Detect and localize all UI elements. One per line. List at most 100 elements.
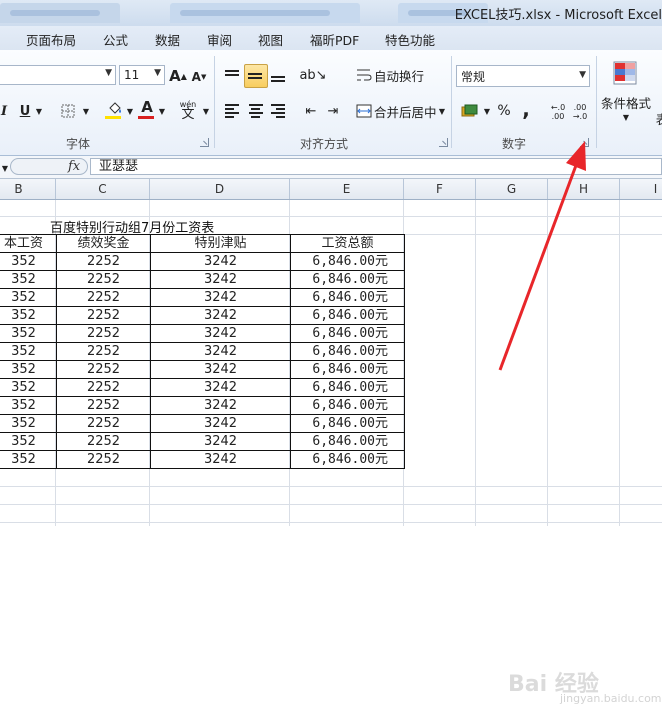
increase-indent-button[interactable]: ⇥ — [322, 100, 344, 122]
number-format-combo[interactable]: 常规 ▼ — [456, 65, 590, 87]
tab-page-layout[interactable]: 页面布局 — [26, 30, 76, 49]
table-cell[interactable]: 352 — [0, 342, 57, 361]
table-cell[interactable]: 6,846.00元 — [290, 252, 405, 271]
table-cell[interactable]: 6,846.00元 — [290, 414, 405, 433]
column-header-c[interactable]: C — [56, 179, 150, 199]
table-cell[interactable]: 2252 — [56, 450, 151, 469]
worksheet-grid[interactable]: 百度特别行动组7月份工资表 本工资 绩效奖金 特别津贴 工资总额 352 2252… — [0, 200, 662, 705]
table-cell[interactable]: 352 — [0, 396, 57, 415]
grow-font-button[interactable]: A ▲ — [168, 65, 188, 87]
accounting-format-button[interactable] — [458, 100, 482, 122]
table-cell[interactable]: 2252 — [56, 288, 151, 307]
align-right-button[interactable] — [268, 100, 290, 122]
chevron-down-icon[interactable]: ▼ — [481, 103, 493, 119]
header-cell[interactable]: 工资总额 — [290, 234, 405, 253]
table-cell[interactable]: 352 — [0, 450, 57, 469]
increase-decimal-button[interactable]: ←.0 .00 — [546, 100, 570, 124]
chevron-down-icon[interactable]: ▼ — [620, 110, 632, 124]
table-cell[interactable]: 3242 — [150, 324, 291, 343]
phonetic-button[interactable]: wén 文 — [176, 97, 200, 123]
font-dialog-launcher-icon[interactable] — [200, 138, 209, 147]
font-color-button[interactable]: A — [138, 97, 156, 117]
table-cell[interactable]: 3242 — [150, 396, 291, 415]
number-dialog-launcher-icon[interactable] — [580, 138, 589, 147]
table-cell[interactable]: 6,846.00元 — [290, 306, 405, 325]
align-top-button[interactable] — [222, 64, 244, 86]
column-header-f[interactable]: F — [404, 179, 476, 199]
table-cell[interactable]: 352 — [0, 378, 57, 397]
chevron-down-icon[interactable]: ▼ — [33, 102, 45, 120]
chevron-down-icon[interactable]: ▼ — [200, 102, 212, 120]
column-header-b[interactable]: B — [0, 179, 56, 199]
table-cell[interactable]: 6,846.00元 — [290, 396, 405, 415]
column-header-h[interactable]: H — [548, 179, 620, 199]
align-middle-button[interactable] — [244, 64, 268, 88]
table-cell[interactable]: 3242 — [150, 378, 291, 397]
column-header-i[interactable]: I — [620, 179, 662, 199]
header-cell[interactable]: 本工资 — [0, 234, 57, 253]
underline-button[interactable]: U — [15, 100, 35, 122]
table-cell[interactable]: 6,846.00元 — [290, 288, 405, 307]
table-cell[interactable]: 2252 — [56, 324, 151, 343]
table-cell[interactable]: 2252 — [56, 360, 151, 379]
table-cell[interactable]: 3242 — [150, 414, 291, 433]
table-cell[interactable]: 3242 — [150, 450, 291, 469]
tab-special-features[interactable]: 特色功能 — [385, 30, 435, 49]
table-cell[interactable]: 2252 — [56, 432, 151, 451]
fill-color-button[interactable] — [104, 98, 126, 118]
header-cell[interactable]: 绩效奖金 — [56, 234, 151, 253]
table-cell[interactable]: 6,846.00元 — [290, 270, 405, 289]
table-cell[interactable]: 352 — [0, 270, 57, 289]
borders-button[interactable] — [56, 100, 80, 122]
tab-foxit-pdf[interactable]: 福昕PDF — [310, 30, 359, 49]
table-cell[interactable]: 352 — [0, 252, 57, 271]
chevron-down-icon[interactable]: ▼ — [124, 102, 136, 120]
table-cell[interactable]: 2252 — [56, 252, 151, 271]
alignment-dialog-launcher-icon[interactable] — [439, 138, 448, 147]
tab-formulas[interactable]: 公式 — [103, 30, 128, 49]
table-cell[interactable]: 6,846.00元 — [290, 432, 405, 451]
table-cell[interactable]: 6,846.00元 — [290, 450, 405, 469]
table-cell[interactable]: 3242 — [150, 270, 291, 289]
formula-input[interactable]: 亚瑟瑟 — [90, 158, 662, 175]
merge-center-button[interactable]: 合并后居中 — [373, 101, 438, 121]
tab-review[interactable]: 审阅 — [207, 30, 232, 49]
decrease-decimal-button[interactable]: .00 →.0 — [568, 100, 592, 124]
table-cell[interactable]: 352 — [0, 360, 57, 379]
table-cell[interactable]: 3242 — [150, 342, 291, 361]
italic-button[interactable]: I — [0, 100, 11, 122]
align-center-button[interactable] — [246, 100, 268, 122]
insert-function-icon[interactable]: fx — [68, 159, 80, 174]
table-cell[interactable]: 6,846.00元 — [290, 360, 405, 379]
conditional-format-button[interactable]: 条件格式 — [600, 92, 652, 112]
column-header-d[interactable]: D — [150, 179, 290, 199]
wrap-text-button[interactable]: 自动换行 — [373, 65, 425, 85]
table-cell[interactable]: 3242 — [150, 360, 291, 379]
table-cell[interactable]: 3242 — [150, 252, 291, 271]
decrease-indent-button[interactable]: ⇤ — [300, 100, 322, 122]
table-cell[interactable]: 3242 — [150, 288, 291, 307]
column-header-e[interactable]: E — [290, 179, 404, 199]
table-cell[interactable]: 3242 — [150, 432, 291, 451]
shrink-font-button[interactable]: A ▼ — [190, 67, 208, 87]
table-cell[interactable]: 352 — [0, 288, 57, 307]
table-cell[interactable]: 2252 — [56, 306, 151, 325]
table-cell[interactable]: 6,846.00元 — [290, 324, 405, 343]
browser-tab[interactable] — [0, 3, 120, 23]
table-cell[interactable]: 2252 — [56, 270, 151, 289]
table-cell[interactable]: 2252 — [56, 342, 151, 361]
chevron-down-icon[interactable]: ▼ — [436, 103, 448, 119]
orientation-button[interactable]: ab↘ — [299, 64, 326, 86]
table-cell[interactable]: 3242 — [150, 306, 291, 325]
chevron-down-icon[interactable]: ▼ — [0, 160, 10, 176]
browser-tab[interactable] — [170, 3, 360, 23]
format-as-table-button[interactable]: 表 — [654, 108, 662, 128]
header-cell[interactable]: 特别津贴 — [150, 234, 291, 253]
percent-button[interactable]: % — [494, 100, 514, 122]
align-bottom-button[interactable] — [268, 64, 290, 86]
tab-data[interactable]: 数据 — [155, 30, 180, 49]
table-cell[interactable]: 352 — [0, 324, 57, 343]
chevron-down-icon[interactable]: ▼ — [80, 102, 92, 120]
table-cell[interactable]: 2252 — [56, 414, 151, 433]
comma-style-button[interactable]: , — [518, 97, 534, 121]
